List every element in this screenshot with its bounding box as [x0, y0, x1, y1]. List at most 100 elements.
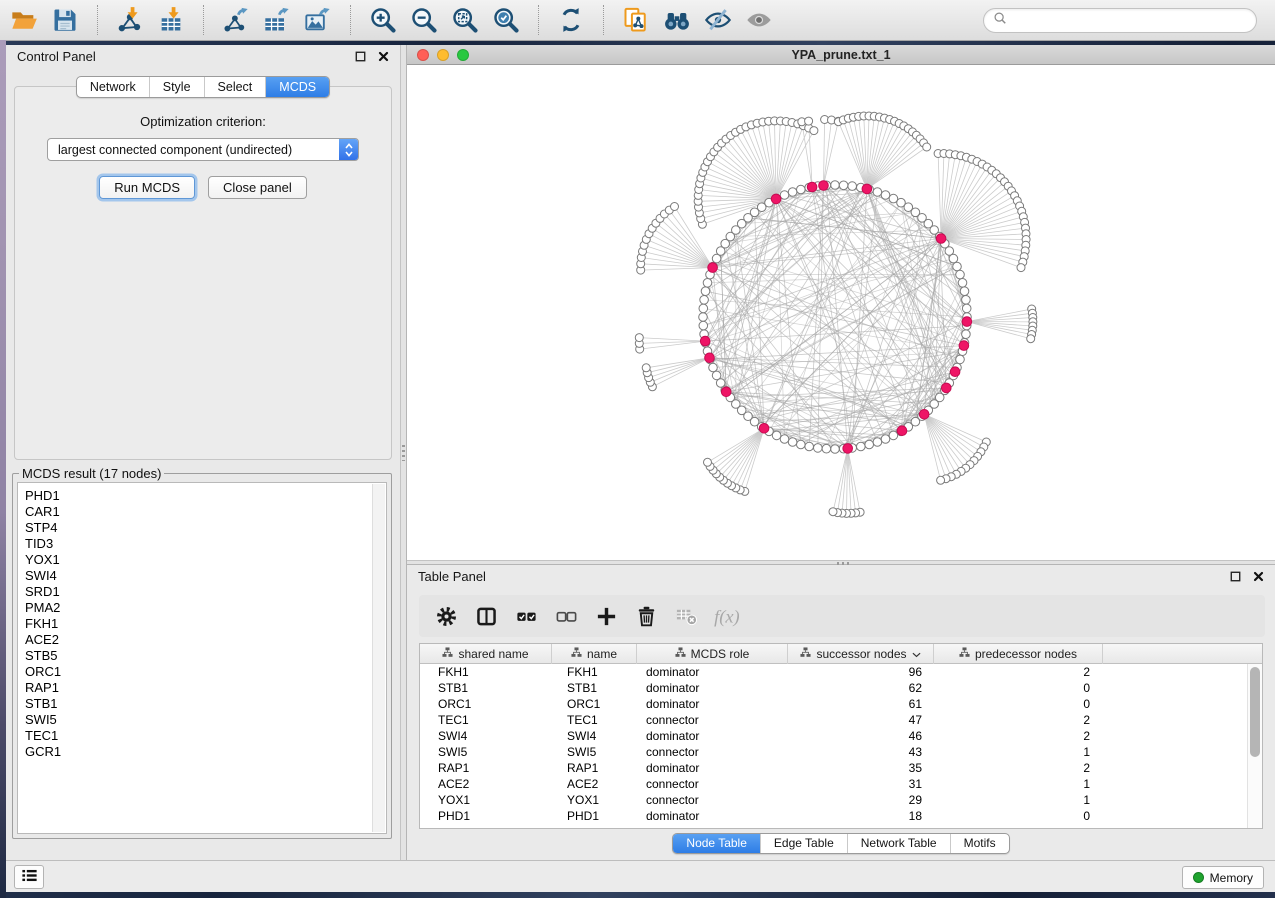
- window-zoom-button[interactable]: [457, 49, 469, 61]
- import-network-icon[interactable]: [114, 4, 146, 36]
- float-panel-icon[interactable]: [354, 51, 366, 63]
- mcds-result-item[interactable]: TID3: [25, 536, 386, 552]
- window-minimize-button[interactable]: [437, 49, 449, 61]
- table-row[interactable]: FKH1FKH1dominator962: [420, 664, 1262, 680]
- tab-style[interactable]: Style: [149, 77, 204, 97]
- clone-network-icon[interactable]: [620, 4, 652, 36]
- column-header-successor-nodes[interactable]: successor nodes: [788, 644, 934, 664]
- network-canvas[interactable]: [407, 65, 1275, 560]
- mcds-result-item[interactable]: SWI5: [25, 712, 386, 728]
- table-cell: 2: [934, 728, 1103, 744]
- table-cell-filler: [1103, 712, 1262, 728]
- show-columns-icon[interactable]: [473, 603, 499, 629]
- float-panel-icon[interactable]: [1229, 571, 1241, 583]
- add-entry-icon[interactable]: [593, 603, 619, 629]
- mcds-result-item[interactable]: RAP1: [25, 680, 386, 696]
- table-row[interactable]: YOX1YOX1connector291: [420, 792, 1262, 808]
- table-cell: 0: [934, 808, 1103, 824]
- column-header-name[interactable]: name: [552, 644, 637, 664]
- table-cell: connector: [637, 792, 788, 808]
- table-cell: SWI4: [420, 728, 552, 744]
- table-cell: 47: [788, 712, 934, 728]
- deselect-all-checkboxes-icon[interactable]: [553, 603, 579, 629]
- close-panel-icon[interactable]: [377, 51, 389, 63]
- criterion-value: largest connected component (undirected): [48, 143, 339, 157]
- table-row[interactable]: TEC1TEC1connector472: [420, 712, 1262, 728]
- mcds-result-item[interactable]: PMA2: [25, 600, 386, 616]
- mcds-result-item[interactable]: CAR1: [25, 504, 386, 520]
- select-all-checkboxes-icon[interactable]: [513, 603, 539, 629]
- mcds-result-item[interactable]: YOX1: [25, 552, 386, 568]
- mcds-result-item[interactable]: ORC1: [25, 664, 386, 680]
- search-input[interactable]: [1012, 13, 1247, 27]
- column-header-mcds-role[interactable]: MCDS role: [637, 644, 788, 664]
- criterion-dropdown[interactable]: largest connected component (undirected): [47, 138, 359, 161]
- zoom-selected-icon[interactable]: [490, 4, 522, 36]
- tab-mcds[interactable]: MCDS: [265, 77, 329, 97]
- export-network-icon[interactable]: [220, 4, 252, 36]
- table-cell: STB1: [420, 680, 552, 696]
- run-mcds-button[interactable]: Run MCDS: [99, 176, 195, 199]
- refresh-icon[interactable]: [555, 4, 587, 36]
- tab-motifs[interactable]: Motifs: [950, 834, 1009, 853]
- zoom-in-icon[interactable]: [367, 4, 399, 36]
- first-neighbors-icon[interactable]: [661, 4, 693, 36]
- mcds-result-item[interactable]: STB1: [25, 696, 386, 712]
- table-row[interactable]: RAP1RAP1dominator352: [420, 760, 1262, 776]
- table-panel-titlebar: Table Panel: [407, 565, 1275, 588]
- mcds-result-item[interactable]: TEC1: [25, 728, 386, 744]
- table-panel: Table Panel f(x) shared namenameMCDS rol…: [407, 565, 1275, 860]
- mcds-result-item[interactable]: STP4: [25, 520, 386, 536]
- tab-select[interactable]: Select: [204, 77, 266, 97]
- mcds-result-item[interactable]: PHD1: [25, 488, 386, 504]
- close-panel-icon[interactable]: [1252, 571, 1264, 583]
- tab-network[interactable]: Network: [77, 77, 149, 97]
- table-cell-filler: [1103, 792, 1262, 808]
- close-panel-button[interactable]: Close panel: [208, 176, 307, 199]
- zoom-fit-icon[interactable]: [449, 4, 481, 36]
- mcds-result-item[interactable]: SWI4: [25, 568, 386, 584]
- column-header-predecessor-nodes[interactable]: predecessor nodes: [934, 644, 1103, 664]
- table-row[interactable]: ACE2ACE2connector311: [420, 776, 1262, 792]
- zoom-out-icon[interactable]: [408, 4, 440, 36]
- task-history-button[interactable]: [14, 865, 44, 889]
- table-row[interactable]: SWI5SWI5connector431: [420, 744, 1262, 760]
- export-table-icon[interactable]: [261, 4, 293, 36]
- table-row[interactable]: ORC1ORC1dominator610: [420, 696, 1262, 712]
- memory-button[interactable]: Memory: [1182, 866, 1264, 889]
- window-close-button[interactable]: [417, 49, 429, 61]
- save-session-icon[interactable]: [49, 4, 81, 36]
- table-cell: 31: [788, 776, 934, 792]
- mcds-result-item[interactable]: SRD1: [25, 584, 386, 600]
- list-scrollbar[interactable]: [372, 484, 385, 832]
- vertical-splitter[interactable]: [400, 45, 407, 860]
- table-cell: ACE2: [420, 776, 552, 792]
- table-cell: dominator: [637, 680, 788, 696]
- table-cell: SWI4: [552, 728, 637, 744]
- open-session-icon[interactable]: [8, 4, 40, 36]
- control-panel-title: Control Panel: [17, 49, 96, 64]
- tab-node-table[interactable]: Node Table: [673, 834, 760, 853]
- hide-selected-icon[interactable]: [702, 4, 734, 36]
- export-image-icon[interactable]: [302, 4, 334, 36]
- mcds-result-item[interactable]: ACE2: [25, 632, 386, 648]
- table-row[interactable]: PHD1PHD1dominator180: [420, 808, 1262, 824]
- table-row[interactable]: SWI4SWI4dominator462: [420, 728, 1262, 744]
- scrollbar-thumb[interactable]: [1250, 667, 1260, 757]
- table-row[interactable]: STB1STB1dominator620: [420, 680, 1262, 696]
- delete-entry-icon[interactable]: [633, 603, 659, 629]
- search-icon: [993, 11, 1007, 30]
- table-cell: ORC1: [420, 696, 552, 712]
- table-cell: 2: [934, 664, 1103, 680]
- mcds-result-item[interactable]: GCR1: [25, 744, 386, 760]
- tab-network-table[interactable]: Network Table: [847, 834, 950, 853]
- column-header-shared-name[interactable]: shared name: [420, 644, 552, 664]
- table-scrollbar[interactable]: [1247, 664, 1262, 828]
- mcds-result-item[interactable]: FKH1: [25, 616, 386, 632]
- mcds-result-item[interactable]: STB5: [25, 648, 386, 664]
- table-settings-gear-icon[interactable]: [433, 603, 459, 629]
- tab-edge-table[interactable]: Edge Table: [760, 834, 847, 853]
- table-cell: 0: [934, 680, 1103, 696]
- network-window-title: YPA_prune.txt_1: [407, 45, 1275, 65]
- import-table-icon[interactable]: [155, 4, 187, 36]
